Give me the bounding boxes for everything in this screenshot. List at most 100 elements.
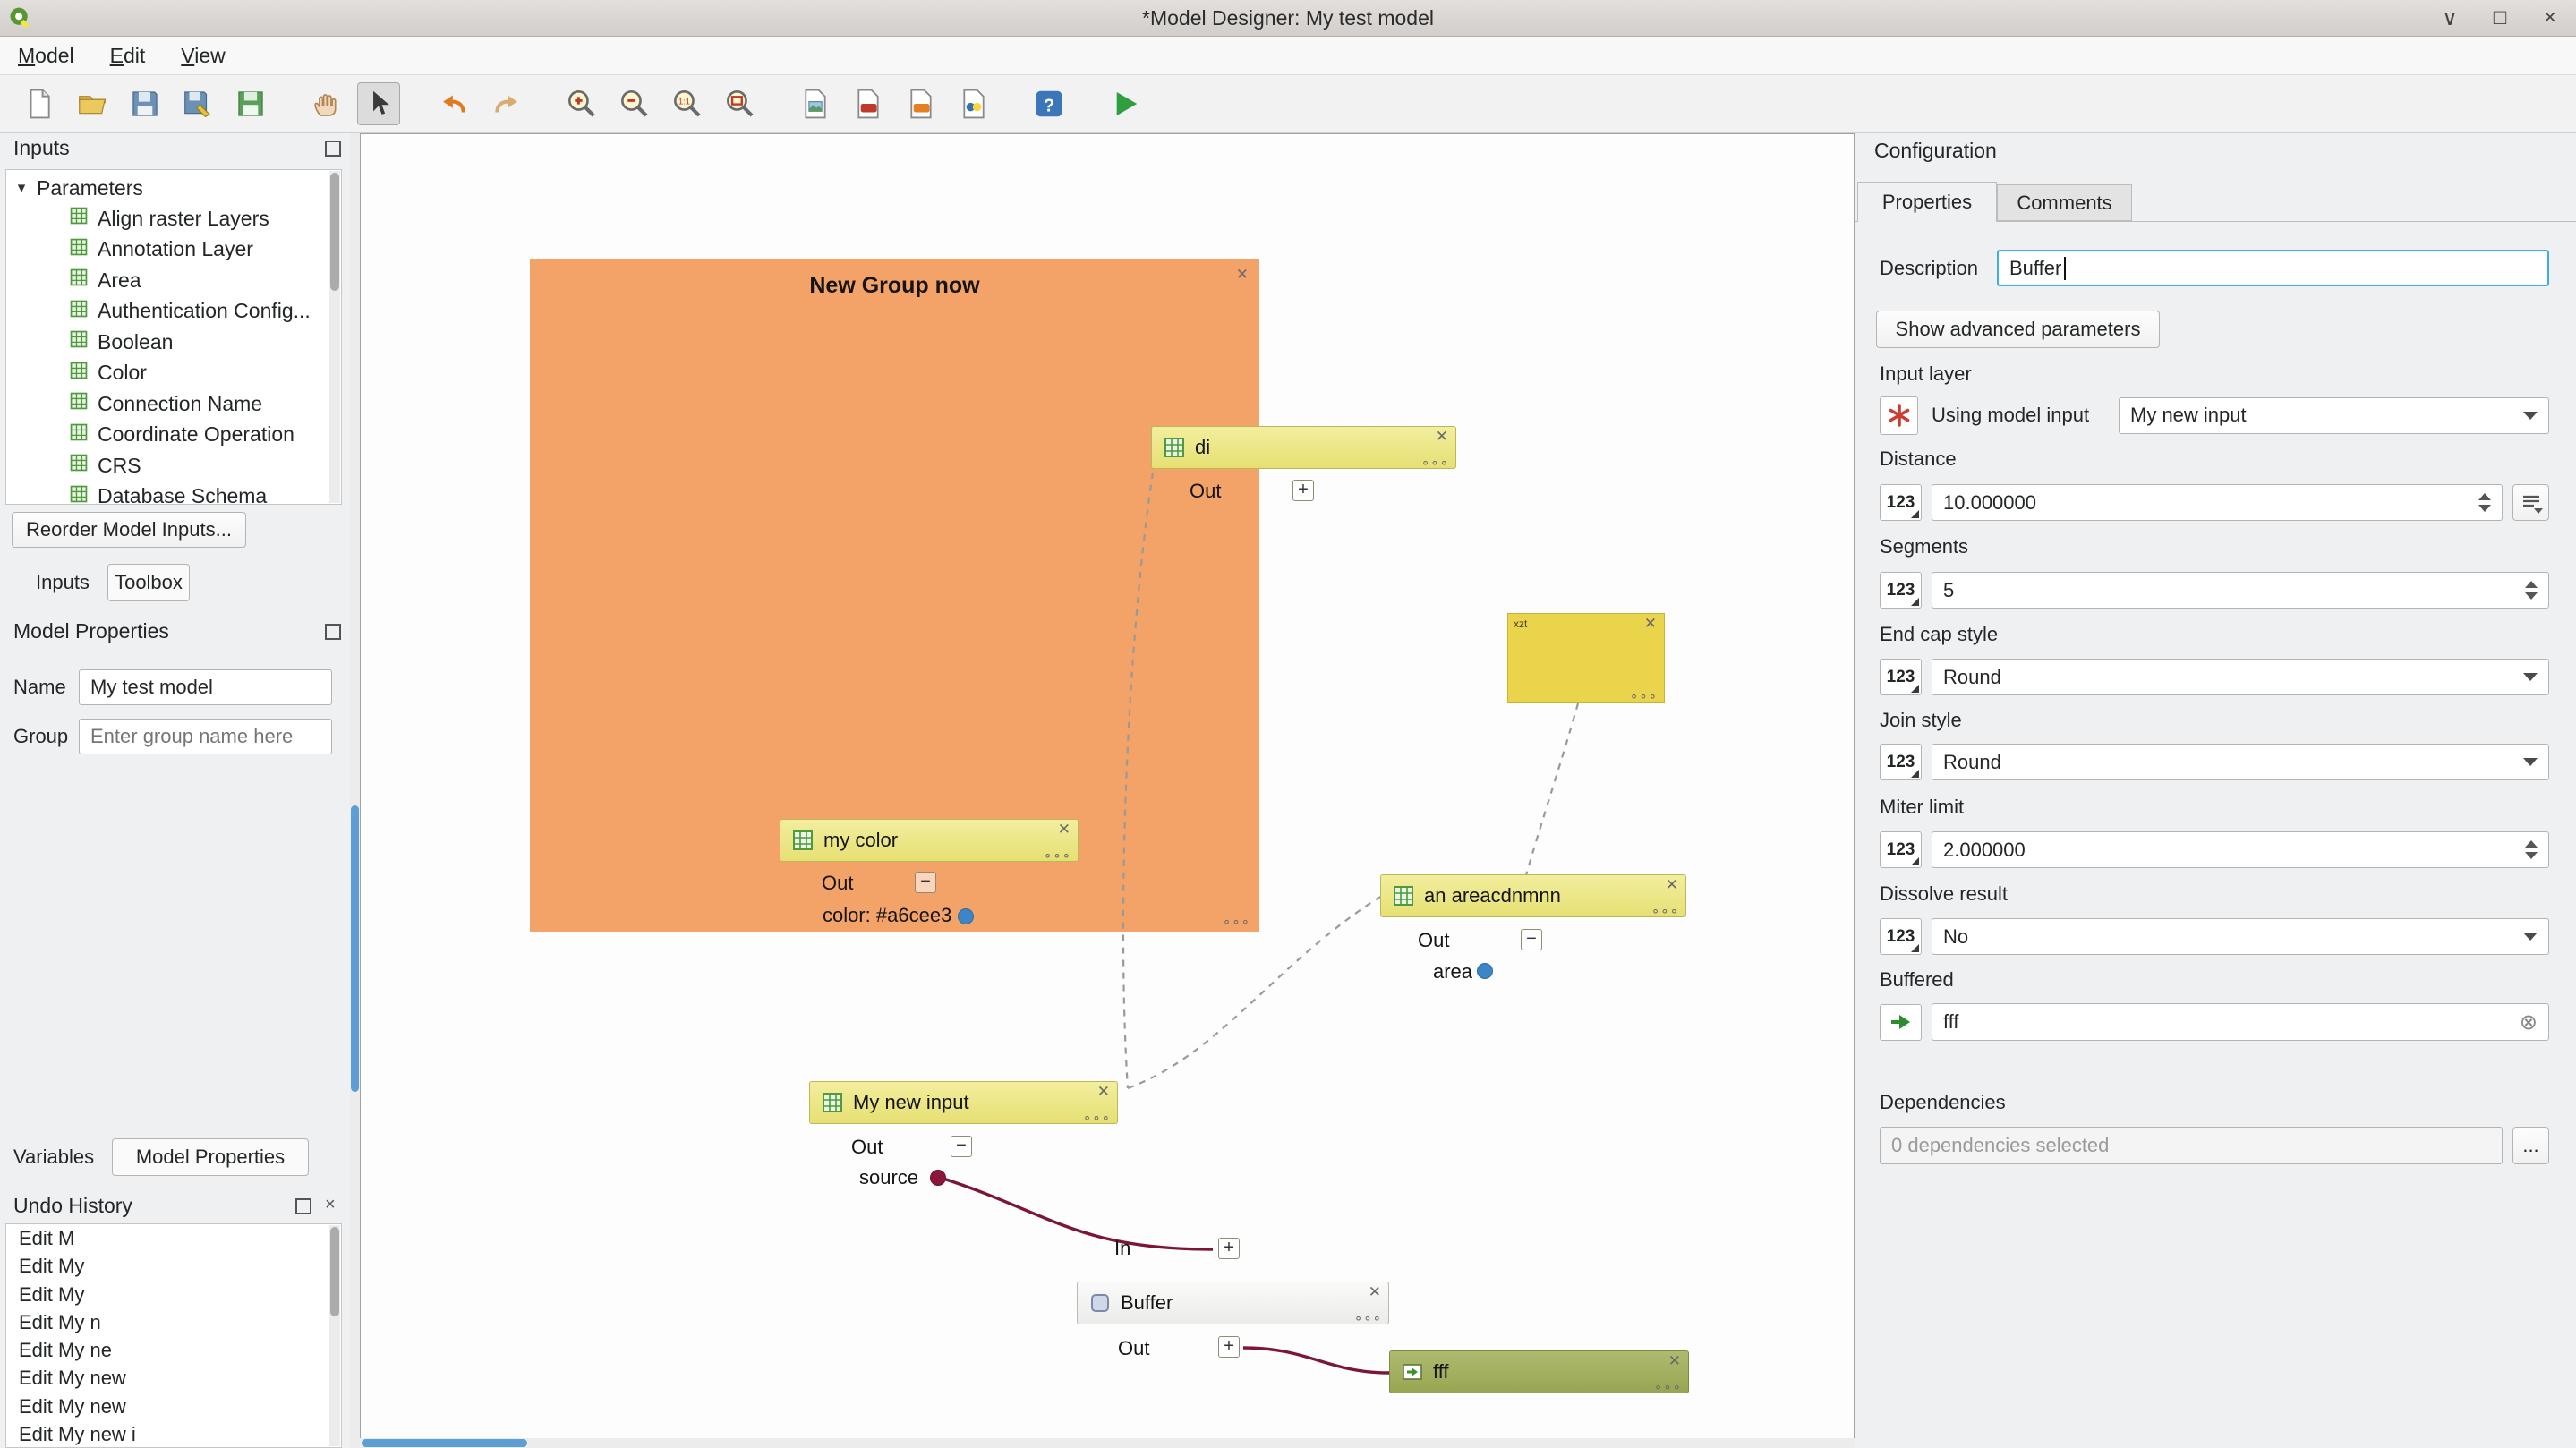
resize-handle[interactable]: ∘∘∘ (1044, 848, 1071, 864)
run-model-button[interactable] (1103, 82, 1146, 125)
export-script-button[interactable] (952, 82, 995, 125)
reorder-model-inputs-button[interactable]: Reorder Model Inputs... (12, 512, 246, 548)
tab-properties[interactable]: Properties (1857, 182, 1997, 222)
undo-button[interactable] (432, 82, 475, 125)
miter-limit-input[interactable]: 2.000000 (1932, 831, 2549, 868)
spinner-buttons[interactable] (2518, 581, 2538, 600)
canvas-horizontal-scrollbar-thumb[interactable] (362, 1439, 527, 1447)
spin-up-icon[interactable] (2478, 493, 2491, 500)
remove-group-icon[interactable]: ✕ (1236, 266, 1249, 284)
spinner-buttons[interactable] (2518, 840, 2538, 859)
tree-item-annotation-layer[interactable]: Annotation Layer (6, 234, 328, 266)
remove-node-icon[interactable]: ✕ (1097, 1083, 1110, 1101)
model-node-fff-output[interactable]: fff ✕ ∘∘∘ (1389, 1350, 1689, 1393)
minimize-button[interactable]: ∨ (2436, 5, 2463, 31)
save-model-button[interactable] (124, 82, 166, 125)
export-pdf-button[interactable] (847, 82, 890, 125)
output-socket[interactable] (1477, 963, 1493, 979)
menu-model[interactable]: Model (0, 37, 92, 74)
number-type-icon[interactable]: 123 (1880, 659, 1922, 695)
select-tool-button[interactable] (357, 82, 400, 125)
resize-handle[interactable]: ∘∘∘ (1630, 688, 1658, 704)
float-panel-icon[interactable] (325, 624, 341, 640)
model-node-my-color[interactable]: my color ✕ ∘∘∘ (780, 819, 1079, 862)
export-image-button[interactable] (794, 82, 837, 125)
chevron-down-icon[interactable]: ▾ (6, 179, 37, 197)
pan-tool-button[interactable] (304, 82, 347, 125)
remove-node-icon[interactable]: ✕ (1058, 821, 1070, 839)
remove-node-icon[interactable]: ✕ (1369, 1283, 1381, 1301)
number-type-icon[interactable]: 123 (1880, 484, 1922, 521)
resize-handle[interactable]: ∘∘∘ (1651, 903, 1679, 919)
tree-item-crs[interactable]: CRS (6, 450, 328, 481)
spin-down-icon[interactable] (2478, 505, 2491, 512)
output-type-icon-button[interactable] (1880, 1004, 1922, 1041)
data-defined-override-button[interactable] (2512, 484, 2549, 521)
zoom-in-button[interactable] (560, 82, 603, 125)
undo-item[interactable]: Edit My (6, 1281, 341, 1308)
float-panel-icon[interactable] (325, 141, 341, 157)
dependencies-browse-button[interactable]: ... (2512, 1127, 2549, 1164)
new-model-button[interactable] (18, 82, 61, 125)
number-type-icon[interactable]: 123 (1880, 918, 1922, 955)
buffered-output-input[interactable]: fff ⊗ (1932, 1003, 2549, 1041)
close-window-button[interactable]: × (2537, 5, 2563, 30)
menu-edit[interactable]: Edit (92, 37, 164, 74)
resize-handle[interactable]: ∘∘∘ (1354, 1310, 1382, 1326)
spin-down-icon[interactable] (2525, 592, 2538, 600)
tree-scrollbar[interactable] (329, 171, 340, 503)
model-node-my-new-input[interactable]: My new input ✕ ∘∘∘ (809, 1081, 1118, 1124)
tree-root-parameters[interactable]: ▾ Parameters (6, 174, 143, 202)
spin-up-icon[interactable] (2525, 581, 2538, 588)
tab-model-properties[interactable]: Model Properties (112, 1138, 309, 1176)
undo-item[interactable]: Edit My n (6, 1308, 341, 1336)
undo-item[interactable]: Edit My new (6, 1393, 341, 1420)
tree-item-area[interactable]: Area (6, 265, 328, 296)
zoom-actual-button[interactable]: 1:1 (666, 82, 709, 125)
expand-ports-button[interactable]: + (1218, 1336, 1240, 1358)
tree-scrollbar-thumb[interactable] (330, 173, 339, 291)
undo-item[interactable]: Edit My ne (6, 1336, 341, 1364)
open-model-button[interactable] (71, 82, 114, 125)
undo-item[interactable]: Edit My new i (6, 1420, 341, 1448)
redo-button[interactable] (485, 82, 528, 125)
expand-ports-button[interactable]: + (1218, 1238, 1240, 1259)
model-group-input[interactable] (79, 719, 332, 754)
collapse-ports-button[interactable]: − (951, 1136, 972, 1157)
canvas-horizontal-scrollbar[interactable] (360, 1438, 1855, 1448)
description-input[interactable]: Buffer (1997, 250, 2549, 286)
spin-up-icon[interactable] (2525, 840, 2538, 848)
number-type-icon[interactable]: 123 (1880, 572, 1922, 609)
input-layer-combo[interactable]: My new input (2119, 397, 2549, 434)
comment-box[interactable]: xzt ✕ ∘∘∘ (1507, 613, 1665, 703)
maximize-button[interactable]: □ (2486, 5, 2513, 30)
tree-item-align-raster-layers[interactable]: Align raster Layers (6, 203, 328, 234)
resize-handle[interactable]: ∘∘∘ (1421, 455, 1449, 471)
end-cap-style-combo[interactable]: Round (1932, 659, 2549, 695)
join-style-combo[interactable]: Round (1932, 744, 2549, 780)
remove-node-icon[interactable]: ✕ (1436, 428, 1448, 446)
collapse-ports-button[interactable]: − (915, 872, 936, 893)
dissolve-result-combo[interactable]: No (1932, 918, 2549, 955)
canvas-vertical-scrollbar[interactable] (350, 133, 360, 1448)
menu-view[interactable]: View (163, 37, 243, 74)
remove-node-icon[interactable]: ✕ (1668, 1352, 1681, 1370)
tab-inputs[interactable]: Inputs (36, 564, 90, 601)
tree-item-color[interactable]: Color (6, 358, 328, 389)
zoom-out-button[interactable] (613, 82, 656, 125)
resize-handle[interactable]: ∘∘∘ (1223, 914, 1250, 930)
help-button[interactable]: ? (1028, 82, 1070, 125)
zoom-full-button[interactable] (719, 82, 762, 125)
close-panel-icon[interactable]: × (325, 1195, 336, 1215)
number-type-icon[interactable]: 123 (1880, 744, 1922, 780)
tree-item-database-schema[interactable]: Database Schema (6, 481, 328, 506)
resize-handle[interactable]: ∘∘∘ (1654, 1379, 1682, 1395)
output-socket[interactable] (930, 1170, 946, 1186)
canvas-vertical-scrollbar-thumb[interactable] (351, 805, 359, 1092)
layer-type-icon-button[interactable] (1880, 396, 1918, 435)
undo-item[interactable]: Edit My new (6, 1364, 341, 1392)
collapse-ports-button[interactable]: − (1521, 929, 1542, 950)
model-node-buffer[interactable]: Buffer ✕ ∘∘∘ (1077, 1282, 1389, 1324)
tree-item-connection-name[interactable]: Connection Name (6, 388, 328, 420)
spin-down-icon[interactable] (2525, 852, 2538, 859)
